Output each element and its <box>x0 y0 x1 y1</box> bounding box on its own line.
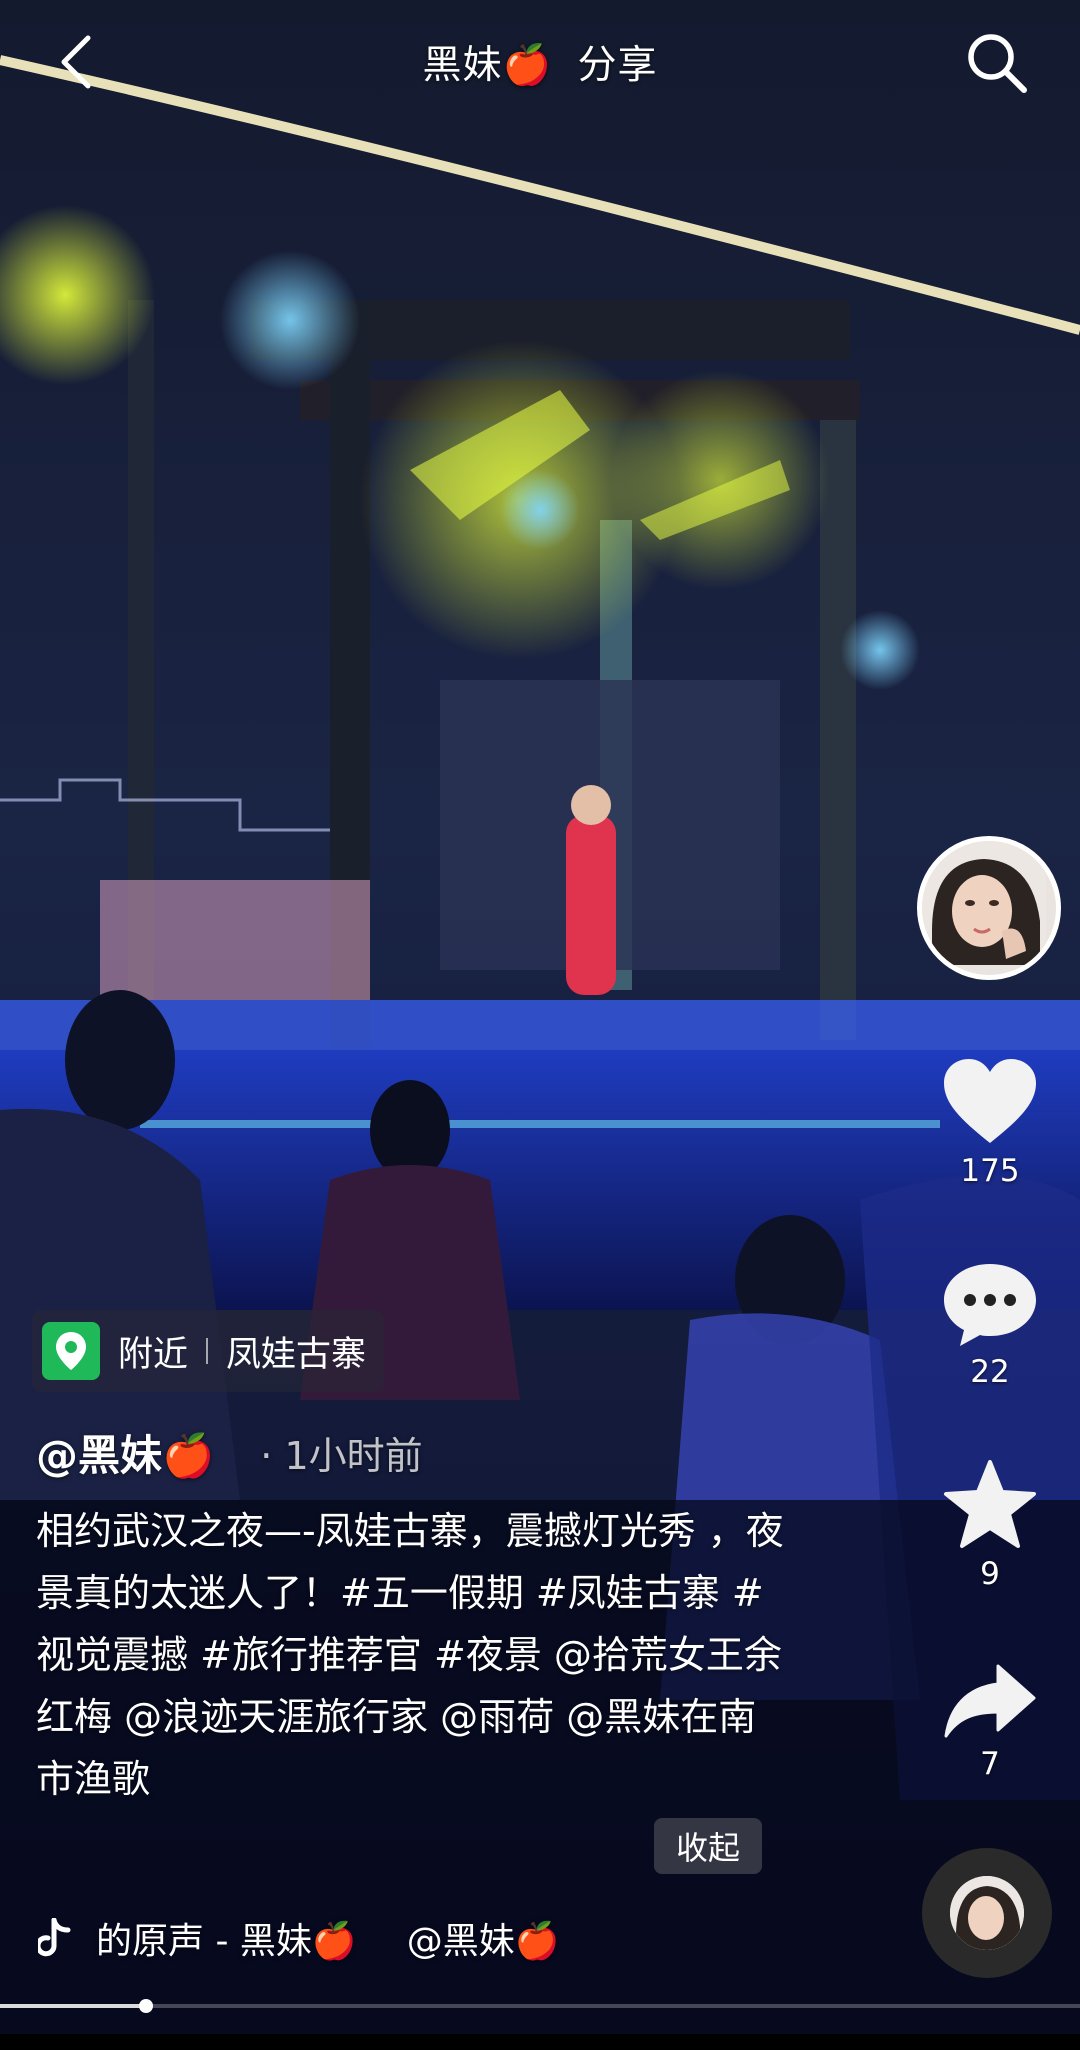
location-divider <box>206 1338 209 1364</box>
location-pin-icon <box>42 1322 100 1380</box>
share-count: 7 <box>980 1746 1000 1782</box>
post-time: · 1小时前 <box>260 1434 423 1478</box>
music-line[interactable]: 的原声 - 黑妹🍎 @黑妹🍎 <box>38 1908 578 1968</box>
search-icon <box>968 34 1027 93</box>
post-description[interactable]: 相约武汉之夜—-凤娃古寨，震撼灯光秀 ，夜景真的太迷人了！#五一假期 #凤娃古寨… <box>36 1500 786 1810</box>
location-chip[interactable]: 附近 凤娃古寨 <box>32 1310 385 1392</box>
bottom-strip <box>0 2034 1080 2050</box>
avatar-image <box>922 841 1046 965</box>
favorite-count: 9 <box>980 1556 1000 1592</box>
title-action: 分享 <box>577 43 658 88</box>
music-title: 的原声 - 黑妹🍎 <box>96 1921 357 1962</box>
share-button[interactable]: 7 <box>930 1660 1050 1782</box>
author-line: @黑妹🍎 · 1小时前 <box>36 1422 423 1483</box>
chevron-left-icon <box>61 35 91 89</box>
favorite-button[interactable]: 9 <box>930 1458 1050 1592</box>
back-button[interactable] <box>52 30 100 94</box>
search-button[interactable] <box>964 30 1030 96</box>
music-note-icon <box>38 1918 72 1958</box>
author-avatar[interactable] <box>917 836 1061 980</box>
like-button[interactable]: 175 <box>930 1055 1050 1189</box>
collapse-button[interactable]: 收起 <box>654 1818 762 1874</box>
like-count: 175 <box>960 1153 1020 1189</box>
music-disc[interactable] <box>922 1848 1052 1978</box>
share-icon <box>944 1664 1036 1738</box>
author-name[interactable]: @黑妹🍎 <box>36 1422 214 1483</box>
comment-icon <box>944 1264 1036 1346</box>
progress-knob[interactable] <box>138 1999 153 2013</box>
video-progress-bar[interactable] <box>0 1999 1080 2013</box>
heart-icon <box>944 1059 1036 1143</box>
location-prefix: 附近 <box>118 1334 189 1375</box>
star-icon <box>944 1460 1036 1548</box>
location-place: 凤娃古寨 <box>226 1334 367 1375</box>
title-author: 黑妹🍎 <box>422 43 553 88</box>
progress-fill <box>0 2004 146 2008</box>
music-author-mention: @黑妹🍎 <box>406 1921 560 1962</box>
music-disc-avatar <box>950 1876 1024 1950</box>
comment-button[interactable]: 22 <box>930 1258 1050 1390</box>
comment-count: 22 <box>970 1354 1010 1390</box>
